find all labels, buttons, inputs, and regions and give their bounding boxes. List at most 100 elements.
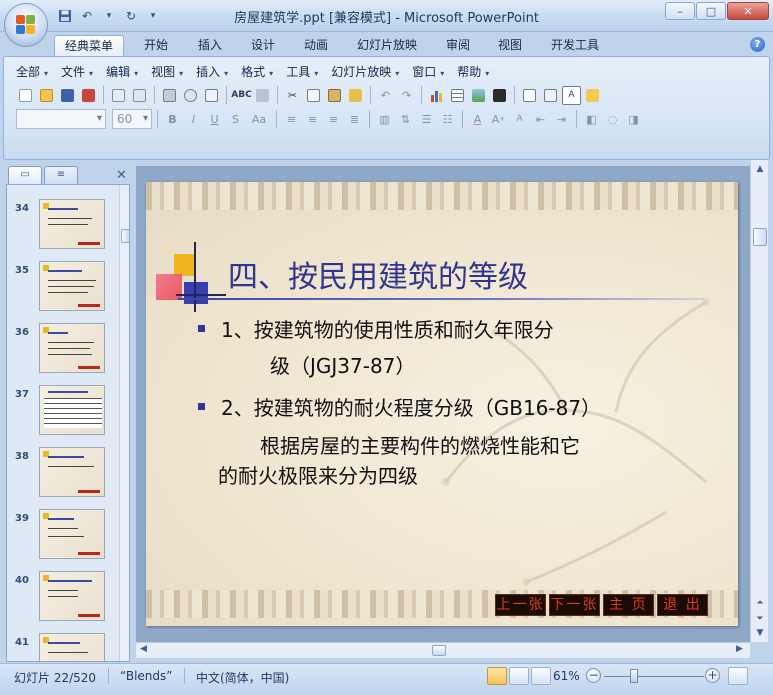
change-case-button[interactable]: Aa: [247, 110, 271, 129]
horizontal-scrollbar[interactable]: ◀ ▶: [136, 642, 750, 658]
language-indicator[interactable]: 中文(简体，中国): [196, 669, 289, 686]
new-slide-icon[interactable]: [520, 86, 539, 105]
menu-insert[interactable]: 插入 ▾: [196, 63, 228, 80]
thumbnail-scrollbar[interactable]: [119, 185, 129, 661]
text-box-icon[interactable]: A: [562, 85, 581, 105]
minimize-button[interactable]: –: [665, 2, 695, 20]
italic-button[interactable]: I: [184, 110, 203, 129]
justify-icon[interactable]: ≣: [345, 110, 364, 129]
increase-indent-icon[interactable]: ⇥: [552, 110, 571, 129]
thumbnail-row[interactable]: 36: [7, 323, 117, 379]
zoom-in-icon[interactable]: +: [705, 668, 720, 683]
new-document-icon[interactable]: [16, 86, 35, 105]
tab-developer[interactable]: 开发工具: [541, 35, 609, 56]
columns-icon[interactable]: ▥: [375, 110, 394, 129]
next-slide-icon[interactable]: ⏷: [752, 612, 768, 626]
shrink-font-icon[interactable]: A: [510, 110, 529, 129]
menu-tools[interactable]: 工具 ▾: [286, 63, 318, 80]
permission-icon[interactable]: [79, 86, 98, 105]
slideshow-view-button[interactable]: [531, 667, 551, 685]
close-button[interactable]: ✕: [727, 2, 769, 20]
next-slide-button[interactable]: 下一张: [549, 594, 600, 616]
font-color-icon[interactable]: A: [468, 110, 487, 129]
zoom-slider-track[interactable]: [604, 676, 704, 677]
shape-effects-icon[interactable]: ◨: [624, 110, 643, 129]
menu-edit[interactable]: 编辑 ▾: [106, 63, 138, 80]
slide-thumbnail[interactable]: [39, 633, 105, 661]
zoom-level[interactable]: 61%: [553, 669, 580, 683]
thumbnail-row[interactable]: 38: [7, 447, 117, 503]
vertical-scrollbar[interactable]: ▲ ⏶ ⏷ ▼: [750, 160, 768, 642]
scrollbar-thumb[interactable]: [432, 645, 446, 656]
scrollbar-thumb[interactable]: [121, 229, 129, 243]
format-painter-icon[interactable]: [346, 86, 365, 105]
menu-view[interactable]: 视图 ▾: [151, 63, 183, 80]
insert-chart-icon[interactable]: [427, 86, 446, 105]
previous-slide-icon[interactable]: ⏶: [752, 596, 768, 610]
cut-icon[interactable]: ✂: [283, 86, 302, 105]
tab-insert[interactable]: 插入: [188, 35, 232, 56]
slide-thumbnail[interactable]: [39, 385, 105, 435]
slide-thumbnail[interactable]: [39, 261, 105, 311]
align-right-icon[interactable]: ≡: [324, 110, 343, 129]
theme-name[interactable]: “Blends”: [120, 669, 173, 683]
search-icon[interactable]: [181, 86, 200, 105]
align-center-icon[interactable]: ≡: [303, 110, 322, 129]
menu-file[interactable]: 文件 ▾: [61, 63, 93, 80]
bold-button[interactable]: B: [163, 110, 182, 129]
zoom-out-icon[interactable]: −: [586, 668, 601, 683]
tab-animations[interactable]: 动画: [294, 35, 338, 56]
slide-thumbnail[interactable]: [39, 509, 105, 559]
insert-clipart-icon[interactable]: [490, 86, 509, 105]
prev-slide-button[interactable]: 上一张: [495, 594, 546, 616]
print-icon[interactable]: [160, 86, 179, 105]
thumbnail-row[interactable]: 37: [7, 385, 117, 441]
underline-button[interactable]: U: [205, 110, 224, 129]
align-left-icon[interactable]: ≡: [282, 110, 301, 129]
grow-font-icon[interactable]: A +: [489, 110, 508, 129]
office-button[interactable]: [4, 3, 48, 47]
scroll-right-icon[interactable]: ▶: [736, 644, 743, 654]
spelling-icon[interactable]: ABC: [231, 86, 251, 105]
design-icon[interactable]: [583, 86, 602, 105]
menu-format[interactable]: 格式 ▾: [241, 63, 273, 80]
slide-canvas[interactable]: 四、按民用建筑的等级 1、按建筑物的使用性质和耐久年限分 级（JGJ37-87）…: [146, 182, 738, 626]
insert-table-icon[interactable]: [448, 86, 467, 105]
scroll-down-icon[interactable]: ▼: [752, 626, 768, 640]
research-icon[interactable]: [253, 86, 272, 105]
fit-to-window-icon[interactable]: [728, 667, 748, 685]
help-icon[interactable]: ?: [750, 37, 765, 52]
outline-tab[interactable]: ≡: [44, 166, 78, 184]
slide-thumbnail[interactable]: [39, 199, 105, 249]
maximize-button[interactable]: □: [696, 2, 726, 20]
scroll-up-icon[interactable]: ▲: [752, 162, 768, 176]
thumbnail-row[interactable]: 41: [7, 633, 117, 661]
copy-icon[interactable]: [304, 86, 323, 105]
zoom-slider-thumb[interactable]: [630, 669, 638, 683]
menu-all[interactable]: 全部 ▾: [16, 63, 48, 80]
exit-button[interactable]: 退 出: [657, 594, 708, 616]
tab-view[interactable]: 视图: [488, 35, 532, 56]
tab-slideshow[interactable]: 幻灯片放映: [347, 35, 427, 56]
text-direction-icon[interactable]: ⇅: [396, 110, 415, 129]
font-size-select[interactable]: 60: [112, 109, 152, 129]
scrollbar-thumb[interactable]: [753, 228, 767, 246]
menu-slideshow[interactable]: 幻灯片放映 ▾: [331, 63, 399, 80]
print-preview-icon[interactable]: [130, 86, 149, 105]
open-folder-icon[interactable]: [37, 86, 56, 105]
slide-layout-icon[interactable]: [541, 86, 560, 105]
undo-icon[interactable]: ↶: [376, 86, 395, 105]
insert-picture-icon[interactable]: [469, 86, 488, 105]
menu-help[interactable]: 帮助 ▾: [457, 63, 489, 80]
slide-sorter-view-button[interactable]: [509, 667, 529, 685]
paste-icon[interactable]: [325, 86, 344, 105]
slide-thumbnail[interactable]: [39, 571, 105, 621]
decrease-indent-icon[interactable]: ⇤: [531, 110, 550, 129]
thumbnail-row[interactable]: 40: [7, 571, 117, 627]
tab-review[interactable]: 审阅: [436, 35, 480, 56]
thumbnail-row[interactable]: 35: [7, 261, 117, 317]
page-setup-icon[interactable]: [202, 86, 221, 105]
email-icon[interactable]: [109, 86, 128, 105]
font-name-select[interactable]: [16, 109, 106, 129]
home-button[interactable]: 主 页: [603, 594, 654, 616]
